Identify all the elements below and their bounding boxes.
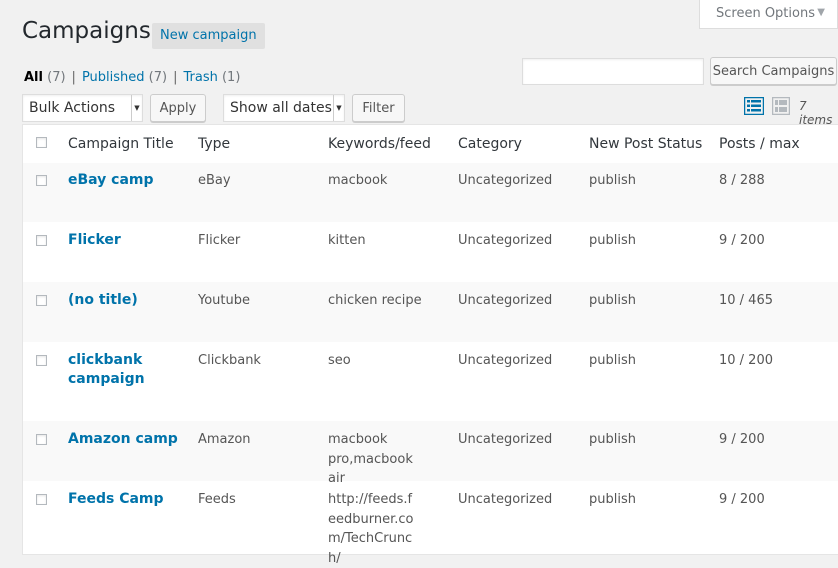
- campaign-posts: 8 / 288: [719, 173, 765, 188]
- campaign-category: Uncategorized: [458, 432, 553, 447]
- filter-button[interactable]: Filter: [352, 94, 405, 122]
- row-checkbox[interactable]: [36, 175, 47, 186]
- campaign-keywords: macbook: [328, 173, 388, 188]
- campaign-posts: 9 / 200: [719, 432, 765, 447]
- campaign-keywords: macbook pro,macbook air: [328, 432, 413, 486]
- list-view-icon[interactable]: [744, 97, 764, 115]
- items-count: 7 items: [799, 99, 833, 127]
- separator: |: [173, 70, 178, 85]
- campaign-keywords: http://feeds.feedburner.com/TechCrunch/: [328, 492, 414, 566]
- campaign-title-link[interactable]: eBay camp: [68, 171, 188, 190]
- table-header: Campaign Title Type Keywords/feed Catego…: [23, 125, 838, 164]
- table-row: (no title) Youtube chicken recipe Uncate…: [23, 282, 838, 342]
- status-filters: All (7) | Published (7) | Trash (1): [24, 70, 240, 85]
- campaign-posts: 10 / 465: [719, 293, 773, 308]
- campaign-category: Uncategorized: [458, 293, 553, 308]
- row-checkbox[interactable]: [36, 355, 47, 366]
- column-header-category: Category: [458, 136, 522, 152]
- filter-all-count: (7): [47, 70, 66, 85]
- page-title: Campaigns: [22, 18, 151, 44]
- campaign-keywords: kitten: [328, 233, 366, 248]
- table-row: Amazon camp Amazon macbook pro,macbook a…: [23, 421, 838, 486]
- campaign-title-link[interactable]: Amazon camp: [68, 430, 188, 449]
- bulk-actions-select[interactable]: Bulk Actions ▼: [22, 94, 143, 122]
- column-header-posts: Posts / max: [719, 136, 800, 152]
- select-all-checkbox[interactable]: [36, 137, 47, 148]
- campaign-category: Uncategorized: [458, 233, 553, 248]
- column-header-status: New Post Status: [589, 136, 703, 152]
- campaign-title-link[interactable]: (no title): [68, 291, 188, 310]
- table-row: clickbank campaign Clickbank seo Uncateg…: [23, 342, 838, 421]
- campaign-status: publish: [589, 353, 636, 368]
- campaign-status: publish: [589, 293, 636, 308]
- campaign-title-link[interactable]: Flicker: [68, 231, 188, 250]
- chevron-down-icon: ▼: [131, 95, 142, 121]
- campaign-category: Uncategorized: [458, 353, 553, 368]
- row-checkbox[interactable]: [36, 494, 47, 505]
- filter-all-link[interactable]: All: [24, 70, 43, 85]
- campaign-type: Amazon: [198, 432, 251, 447]
- table-row: Feeds Camp Feeds http://feeds.feedburner…: [23, 481, 838, 566]
- new-campaign-button[interactable]: New campaign: [152, 23, 265, 49]
- campaign-keywords: seo: [328, 353, 351, 368]
- filter-trash-count: (1): [221, 70, 241, 85]
- campaign-status: publish: [589, 432, 636, 447]
- screen-options-label: Screen Options: [716, 6, 815, 21]
- campaign-type: Flicker: [198, 233, 241, 248]
- date-filter-select[interactable]: Show all dates ▼: [223, 94, 345, 122]
- campaigns-table: Campaign Title Type Keywords/feed Catego…: [22, 124, 838, 566]
- search-campaigns-button[interactable]: Search Campaigns: [710, 57, 837, 85]
- row-checkbox[interactable]: [36, 295, 47, 306]
- bulk-actions-value: Bulk Actions: [29, 100, 116, 116]
- campaign-keywords: chicken recipe: [328, 293, 422, 308]
- filter-trash-link[interactable]: Trash: [183, 70, 217, 85]
- table-row: eBay camp eBay macbook Uncategorized pub…: [23, 163, 838, 222]
- campaign-posts: 10 / 200: [719, 353, 773, 368]
- campaign-type: Feeds: [198, 492, 236, 507]
- campaign-posts: 9 / 200: [719, 233, 765, 248]
- campaign-type: Youtube: [198, 293, 250, 308]
- table-row: Flicker Flicker kitten Uncategorized pub…: [23, 222, 838, 282]
- row-checkbox[interactable]: [36, 235, 47, 246]
- campaign-type: eBay: [198, 173, 231, 188]
- date-filter-value: Show all dates: [230, 100, 332, 116]
- filter-published-link[interactable]: Published: [82, 70, 145, 85]
- campaign-title-link[interactable]: Feeds Camp: [68, 490, 188, 509]
- column-header-title[interactable]: Campaign Title: [68, 136, 174, 152]
- campaign-status: publish: [589, 173, 636, 188]
- search-button-label: Search Campaigns: [712, 63, 835, 79]
- chevron-down-icon: ▼: [817, 7, 825, 18]
- campaign-posts: 9 / 200: [719, 492, 765, 507]
- column-header-type: Type: [198, 136, 231, 152]
- campaign-category: Uncategorized: [458, 492, 553, 507]
- column-header-keywords: Keywords/feed: [328, 136, 431, 152]
- campaign-category: Uncategorized: [458, 173, 553, 188]
- separator: |: [71, 70, 76, 85]
- campaign-type: Clickbank: [198, 353, 261, 368]
- filter-published-count: (7): [148, 70, 168, 85]
- chevron-down-icon: ▼: [333, 95, 344, 121]
- filter-label: Filter: [362, 100, 395, 116]
- apply-label: Apply: [159, 100, 197, 116]
- screen-options-button[interactable]: Screen Options ▼: [699, 0, 838, 29]
- campaign-status: publish: [589, 233, 636, 248]
- row-checkbox[interactable]: [36, 434, 47, 445]
- excerpt-view-icon[interactable]: [772, 97, 790, 115]
- campaign-status: publish: [589, 492, 636, 507]
- apply-button[interactable]: Apply: [150, 94, 206, 122]
- search-input[interactable]: [522, 58, 704, 85]
- campaign-title-link[interactable]: clickbank campaign: [68, 351, 168, 389]
